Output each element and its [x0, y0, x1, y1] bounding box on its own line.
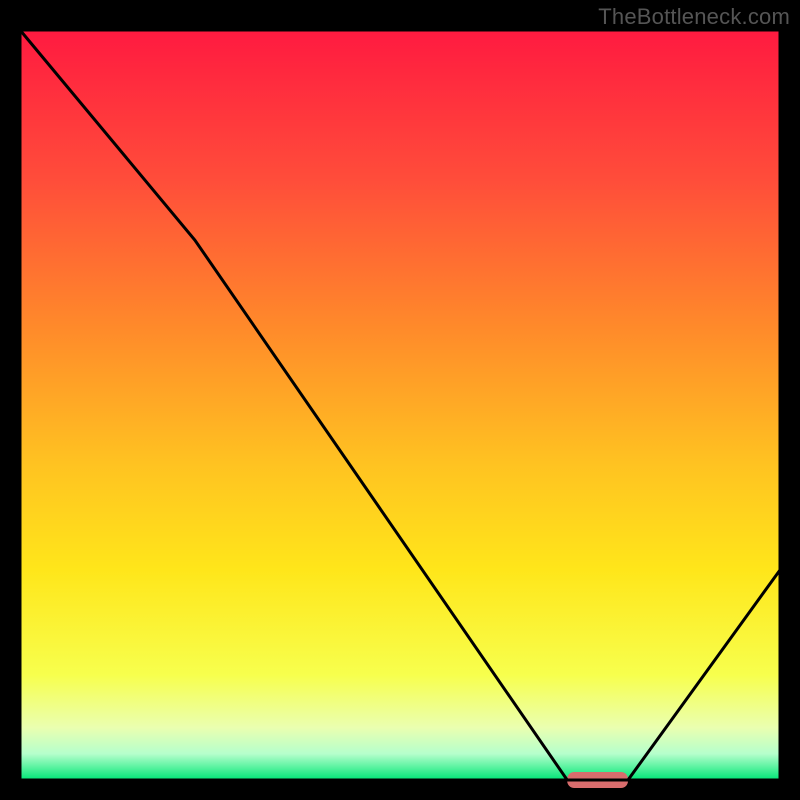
- bottleneck-plot: [0, 0, 800, 800]
- chart-container: TheBottleneck.com: [0, 0, 800, 800]
- gradient-background: [20, 30, 780, 780]
